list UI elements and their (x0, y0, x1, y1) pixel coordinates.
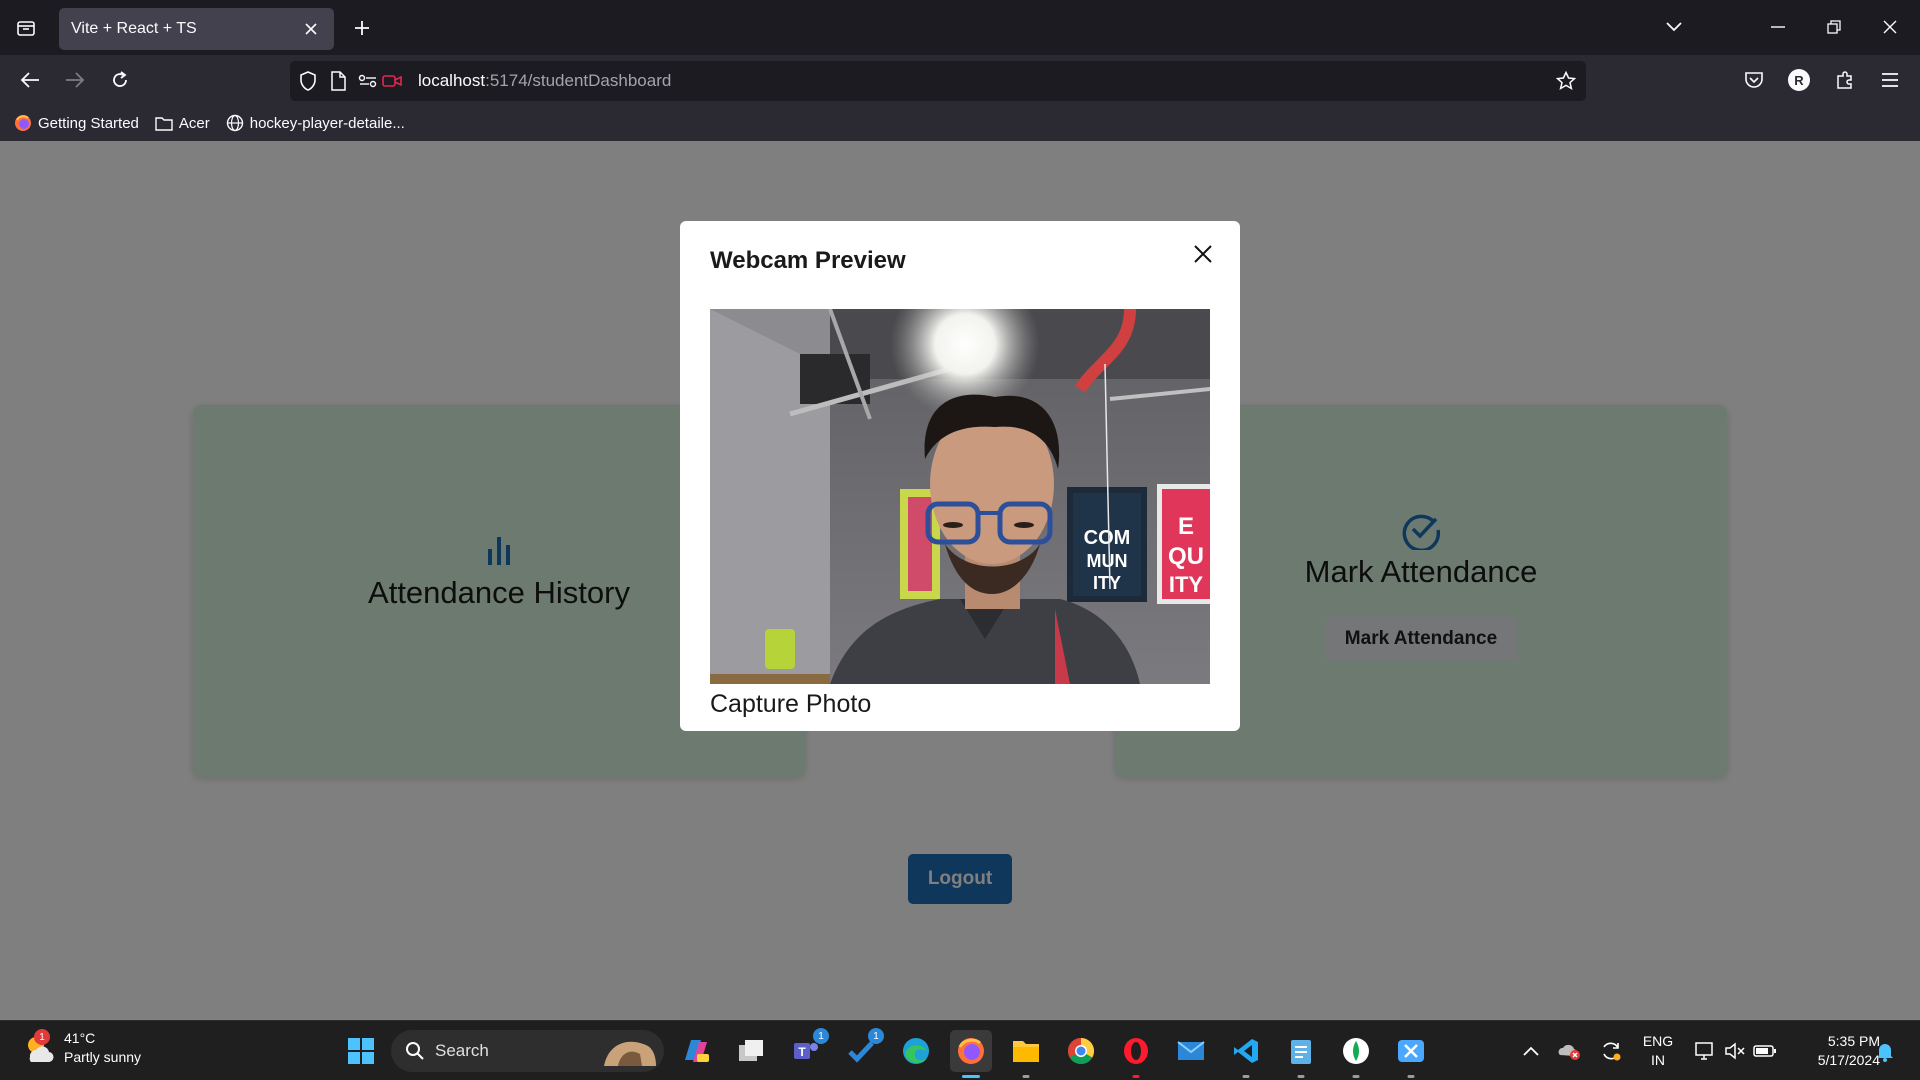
svg-text:MUN: MUN (1087, 551, 1128, 571)
show-hidden-icons-icon[interactable] (1518, 1038, 1544, 1064)
folder-icon (155, 117, 173, 131)
pocket-icon[interactable] (1738, 64, 1770, 96)
browser-tab-bar: Vite + React + TS (0, 0, 1920, 55)
browser-nav-bar: localhost:5174/studentDashboard R (0, 55, 1920, 105)
weather-widget[interactable]: 1 41°C Partly sunny (22, 1029, 141, 1067)
opera-icon[interactable] (1115, 1030, 1157, 1078)
chrome-icon[interactable] (1060, 1030, 1102, 1072)
url-bar[interactable]: localhost:5174/studentDashboard (290, 61, 1586, 101)
weather-desc: Partly sunny (64, 1049, 142, 1065)
edge-icon[interactable] (895, 1030, 937, 1072)
mongodb-compass-icon[interactable] (1335, 1030, 1377, 1078)
modal-title: Webcam Preview (710, 247, 906, 274)
region-indicator[interactable]: IN (1640, 1051, 1676, 1070)
close-window-icon[interactable] (1870, 10, 1910, 44)
weather-badge: 1 (34, 1029, 50, 1045)
globe-icon (226, 114, 243, 132)
svg-text:QU: QU (1168, 543, 1204, 570)
close-modal-icon[interactable] (1188, 239, 1218, 269)
close-tab-icon[interactable] (300, 18, 322, 40)
profile-initial: R (1788, 69, 1810, 91)
start-button[interactable] (340, 1030, 382, 1072)
shield-icon[interactable] (296, 69, 320, 93)
profile-avatar[interactable]: R (1783, 64, 1815, 96)
menu-icon[interactable] (1874, 64, 1906, 96)
onedrive-error-icon[interactable] (1556, 1038, 1582, 1064)
notepad-icon[interactable] (1280, 1030, 1322, 1078)
bookmark-getting-started[interactable]: Getting Started (14, 114, 139, 132)
svg-text:ITY: ITY (1093, 573, 1121, 593)
taskbar-search[interactable]: Search (391, 1030, 664, 1072)
firefox-icon (15, 115, 31, 131)
url-path: :5174/studentDashboard (485, 71, 672, 90)
new-tab-icon[interactable] (346, 12, 378, 44)
back-icon[interactable] (14, 64, 46, 96)
partly-sunny-icon: 1 (22, 1029, 56, 1065)
bookmark-label: hockey-player-detaile... (249, 114, 405, 132)
url-host: localhost (418, 71, 486, 90)
clock[interactable]: 5:35 PM 5/17/2024 (1790, 1032, 1880, 1070)
notification-bell-icon[interactable] (1872, 1038, 1898, 1064)
weather-temp: 41°C (64, 1030, 96, 1046)
bookmark-label: Acer (178, 114, 210, 132)
windows-taskbar: 1 41°C Partly sunny Search T 1 1 ENG IN … (0, 1020, 1920, 1080)
firefox-taskbar-icon[interactable] (950, 1030, 992, 1078)
bookmarks-toolbar: Getting Started Acer hockey-player-detai… (0, 105, 1920, 141)
bookmark-label: Getting Started (38, 114, 139, 132)
teams-badge: 1 (813, 1028, 829, 1044)
capture-photo-button[interactable]: Capture Photo (710, 690, 871, 719)
svg-text:ITY: ITY (1169, 572, 1204, 597)
tab-list-icon[interactable] (10, 12, 42, 44)
snipping-tool-icon[interactable] (1390, 1030, 1432, 1078)
active-indicator (962, 1075, 980, 1078)
bookmark-folder-acer[interactable]: Acer (155, 115, 210, 132)
forward-icon[interactable] (59, 64, 91, 96)
search-icon (406, 1042, 424, 1060)
mail-icon[interactable] (1170, 1030, 1212, 1072)
speaker-muted-icon[interactable] (1722, 1038, 1748, 1064)
clock-time: 5:35 PM (1827, 1033, 1880, 1049)
clock-date: 5/17/2024 (1817, 1052, 1880, 1068)
bookmark-star-icon[interactable] (1554, 69, 1578, 93)
webcam-preview-modal: Webcam Preview COM MUN ITY E QU ITY Capt… (680, 221, 1240, 731)
search-highlight-icon (604, 1041, 656, 1066)
search-placeholder: Search (435, 1041, 489, 1060)
running-indicator (1352, 1075, 1360, 1078)
sync-icon[interactable] (1598, 1038, 1624, 1064)
windows-logo-icon (348, 1038, 374, 1064)
battery-icon[interactable] (1752, 1038, 1778, 1064)
tab-title: Vite + React + TS (71, 20, 197, 37)
restore-icon[interactable] (1814, 10, 1854, 44)
running-indicator (1407, 1075, 1415, 1078)
todo-icon[interactable]: 1 (840, 1028, 884, 1072)
vscode-icon[interactable] (1225, 1030, 1267, 1078)
running-indicator (1022, 1075, 1030, 1078)
webcam-video: COM MUN ITY E QU ITY (710, 309, 1210, 684)
todo-badge: 1 (868, 1028, 884, 1044)
task-view-icon[interactable] (730, 1030, 772, 1072)
language-indicator[interactable]: ENG (1640, 1032, 1676, 1051)
page-icon[interactable] (326, 69, 350, 93)
browser-tab[interactable]: Vite + React + TS (59, 8, 334, 50)
minimize-icon[interactable] (1758, 10, 1798, 44)
running-indicator (1297, 1075, 1305, 1078)
file-explorer-icon[interactable] (1005, 1030, 1047, 1078)
svg-text:T: T (798, 1045, 806, 1059)
bookmark-hockey-player[interactable]: hockey-player-detaile... (226, 114, 405, 132)
camera-in-use-icon[interactable] (380, 69, 404, 93)
permissions-icon[interactable] (356, 69, 380, 93)
reload-icon[interactable] (104, 64, 136, 96)
copilot-icon[interactable] (675, 1030, 717, 1072)
poster-text-equity: E (1178, 513, 1194, 540)
poster-text-community: COM (1084, 527, 1131, 549)
teams-icon[interactable]: T 1 (785, 1028, 829, 1072)
extensions-icon[interactable] (1829, 64, 1861, 96)
network-icon[interactable] (1692, 1038, 1718, 1064)
list-all-tabs-icon[interactable] (1654, 10, 1694, 44)
running-indicator (1242, 1075, 1250, 1078)
running-indicator (1132, 1075, 1140, 1078)
